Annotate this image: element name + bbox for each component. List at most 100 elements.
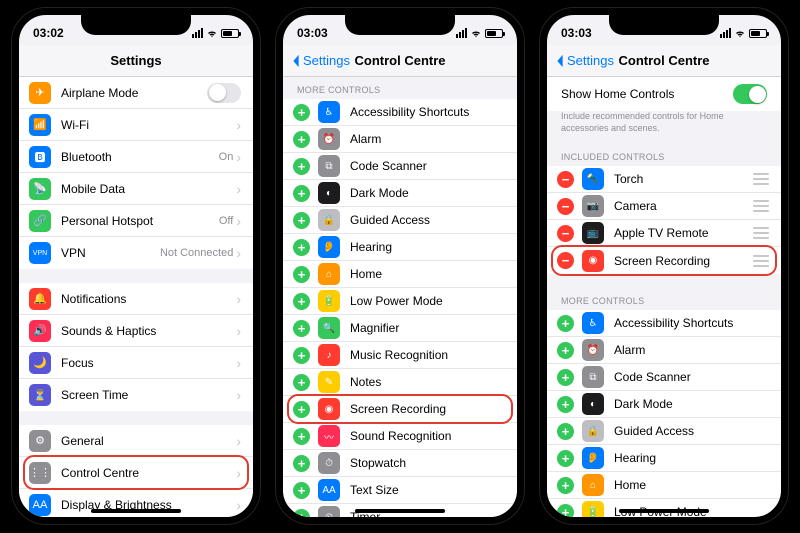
control-row[interactable]: +〰︎Sound Recognition — [283, 423, 517, 450]
home-indicator[interactable] — [619, 509, 709, 513]
remove-button[interactable]: − — [557, 198, 574, 215]
control-row[interactable]: +👂Hearing — [547, 445, 781, 472]
control-row[interactable]: +⌂Home — [547, 472, 781, 499]
settings-row[interactable]: 🔊Sounds & Haptics› — [19, 315, 253, 347]
add-button[interactable]: + — [557, 369, 574, 386]
control-row[interactable]: +🔒Guided Access — [283, 207, 517, 234]
add-button[interactable]: + — [557, 315, 574, 332]
add-button[interactable]: + — [293, 401, 310, 418]
settings-row[interactable]: ✈︎Airplane Mode — [19, 77, 253, 109]
control-row[interactable]: +⧉Code Scanner — [283, 153, 517, 180]
settings-list[interactable]: ✈︎Airplane Mode📶Wi-Fi›🅱BluetoothOn›📡Mobi… — [19, 77, 253, 517]
nav-bar: Settings Control Centre — [547, 45, 781, 77]
control-row[interactable]: +◉Screen Recording — [283, 396, 517, 423]
add-button[interactable]: + — [293, 428, 310, 445]
control-row[interactable]: +⧉Code Scanner — [547, 364, 781, 391]
reorder-handle[interactable] — [753, 255, 769, 267]
control-row[interactable]: +⏰Alarm — [547, 337, 781, 364]
control-row[interactable]: +◐Dark Mode — [283, 180, 517, 207]
add-button[interactable]: + — [293, 482, 310, 499]
control-icon: 🔍 — [318, 317, 340, 339]
show-home-controls-switch[interactable] — [733, 84, 767, 104]
add-button[interactable]: + — [293, 212, 310, 229]
settings-row[interactable]: ⚙︎General› — [19, 425, 253, 457]
add-button[interactable]: + — [293, 347, 310, 364]
settings-row[interactable]: VPNVPNNot Connected› — [19, 237, 253, 269]
settings-row[interactable]: 📶Wi-Fi› — [19, 109, 253, 141]
control-row[interactable]: −🔦Torch — [547, 166, 781, 193]
add-button[interactable]: + — [557, 396, 574, 413]
control-icon: ⧉ — [318, 155, 340, 177]
row-label: Notifications — [61, 292, 236, 306]
reorder-handle[interactable] — [753, 200, 769, 212]
back-label: Settings — [567, 53, 614, 68]
add-button[interactable]: + — [293, 104, 310, 121]
settings-row[interactable]: 🅱BluetoothOn› — [19, 141, 253, 173]
add-button[interactable]: + — [293, 239, 310, 256]
remove-button[interactable]: − — [557, 252, 574, 269]
remove-button[interactable]: − — [557, 171, 574, 188]
chevron-right-icon: › — [236, 465, 241, 481]
home-indicator[interactable] — [355, 509, 445, 513]
back-button[interactable]: Settings — [291, 53, 350, 68]
add-button[interactable]: + — [293, 293, 310, 310]
home-indicator[interactable] — [91, 509, 181, 513]
chevron-right-icon: › — [236, 181, 241, 197]
notch — [345, 15, 455, 35]
controls-list[interactable]: Show Home Controls Include recommended c… — [547, 77, 781, 517]
control-row[interactable]: +⌂Home — [283, 261, 517, 288]
control-row[interactable]: +🔍Magnifier — [283, 315, 517, 342]
add-button[interactable]: + — [293, 131, 310, 148]
control-row[interactable]: +⏰Alarm — [283, 126, 517, 153]
control-row[interactable]: −◉Screen Recording — [547, 247, 781, 274]
add-button[interactable]: + — [557, 450, 574, 467]
add-button[interactable]: + — [293, 320, 310, 337]
add-button[interactable]: + — [293, 185, 310, 202]
wifi-icon — [734, 27, 746, 39]
control-row[interactable]: +♿︎Accessibility Shortcuts — [547, 310, 781, 337]
add-button[interactable]: + — [557, 477, 574, 494]
back-label: Settings — [303, 53, 350, 68]
add-button[interactable]: + — [557, 342, 574, 359]
add-button[interactable]: + — [293, 374, 310, 391]
control-row[interactable]: −📷Camera — [547, 193, 781, 220]
control-row[interactable]: +🔋Low Power Mode — [283, 288, 517, 315]
controls-list[interactable]: MORE CONTROLS +♿︎Accessibility Shortcuts… — [283, 77, 517, 517]
control-row[interactable]: +♿︎Accessibility Shortcuts — [283, 99, 517, 126]
settings-row[interactable]: 🌙Focus› — [19, 347, 253, 379]
add-button[interactable]: + — [293, 158, 310, 175]
settings-row[interactable]: ⋮⋮Control Centre› — [19, 457, 253, 489]
settings-row[interactable]: 📡Mobile Data› — [19, 173, 253, 205]
control-icon: ♿︎ — [582, 312, 604, 334]
settings-row[interactable]: 🔗Personal HotspotOff› — [19, 205, 253, 237]
signal-icon — [456, 28, 467, 38]
row-label: Focus — [61, 356, 236, 370]
control-row[interactable]: +◐Dark Mode — [547, 391, 781, 418]
control-row[interactable]: +⏱Stopwatch — [283, 450, 517, 477]
reorder-handle[interactable] — [753, 173, 769, 185]
control-label: Stopwatch — [350, 456, 505, 470]
control-row[interactable]: +♪Music Recognition — [283, 342, 517, 369]
toggle-switch[interactable] — [207, 83, 241, 103]
add-button[interactable]: + — [557, 504, 574, 517]
add-button[interactable]: + — [293, 266, 310, 283]
control-row[interactable]: +✎Notes — [283, 369, 517, 396]
settings-row[interactable]: 🔔Notifications› — [19, 283, 253, 315]
add-button[interactable]: + — [557, 423, 574, 440]
control-label: Music Recognition — [350, 348, 505, 362]
add-button[interactable]: + — [293, 455, 310, 472]
control-row[interactable]: +🔒Guided Access — [547, 418, 781, 445]
settings-row[interactable]: ⏳Screen Time› — [19, 379, 253, 411]
app-icon: 🔊 — [29, 320, 51, 342]
remove-button[interactable]: − — [557, 225, 574, 242]
app-icon: 🌙 — [29, 352, 51, 374]
back-button[interactable]: Settings — [555, 53, 614, 68]
app-icon: 🔗 — [29, 210, 51, 232]
control-row[interactable]: +👂Hearing — [283, 234, 517, 261]
control-label: Alarm — [350, 132, 505, 146]
control-row[interactable]: −📺Apple TV Remote — [547, 220, 781, 247]
control-row[interactable]: +AAText Size — [283, 477, 517, 504]
reorder-handle[interactable] — [753, 227, 769, 239]
add-button[interactable]: + — [293, 509, 310, 518]
row-label: Sounds & Haptics — [61, 324, 236, 338]
